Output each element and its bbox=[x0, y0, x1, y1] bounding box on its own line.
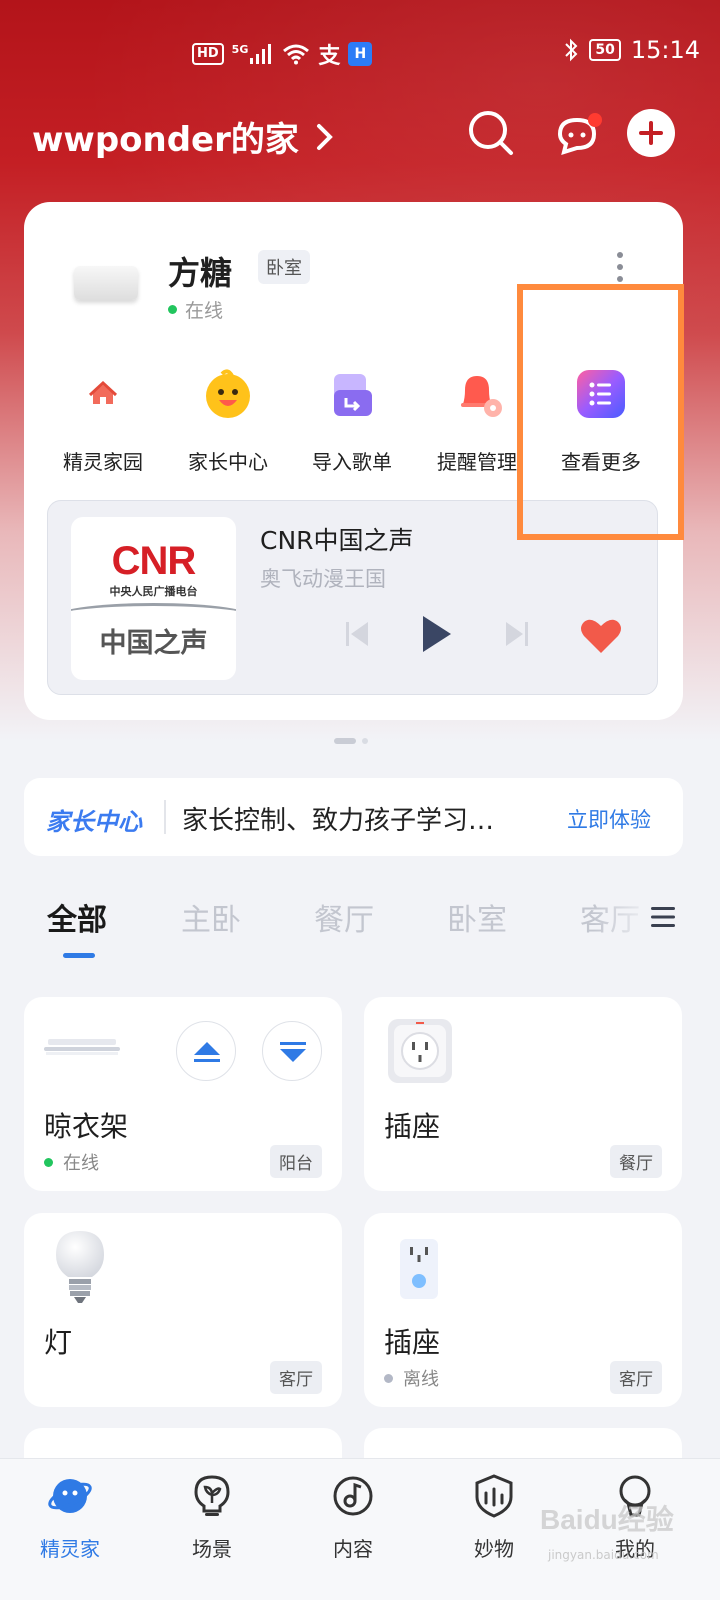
online-dot-icon bbox=[44, 1157, 53, 1167]
planet-icon bbox=[48, 1479, 92, 1513]
hd-badge: HD bbox=[192, 43, 224, 65]
clock: 15:14 bbox=[630, 36, 700, 64]
shortcut-genie-home[interactable]: 精灵家园 bbox=[38, 368, 168, 475]
speaker-image bbox=[74, 266, 138, 300]
device-name: 插座 bbox=[384, 1110, 441, 1143]
signal-icon bbox=[250, 44, 272, 64]
room-menu-icon[interactable] bbox=[650, 905, 676, 929]
lightbulb-leaf-icon bbox=[194, 1475, 230, 1516]
device-name: 灯 bbox=[44, 1326, 73, 1359]
nav-genie-home[interactable]: 精灵家 bbox=[20, 1473, 120, 1562]
battery-icon: 50 bbox=[589, 39, 621, 61]
try-now-link[interactable]: 立即体验 bbox=[567, 804, 651, 834]
device-room-tag: 餐厅 bbox=[610, 1145, 662, 1178]
music-disc-icon bbox=[333, 1476, 373, 1516]
device-card-socket-2[interactable]: 插座 离线 客厅 bbox=[364, 1213, 682, 1407]
device-card-lamp[interactable]: 灯 客厅 bbox=[24, 1213, 342, 1407]
device-name: 晾衣架 bbox=[44, 1110, 129, 1143]
shield-gift-icon bbox=[475, 1474, 513, 1518]
baidu-watermark: Baidu经验 bbox=[540, 1504, 674, 1535]
app-notification-icon: H bbox=[348, 42, 373, 66]
home-icon bbox=[88, 380, 118, 404]
device-room-tag: 卧室 bbox=[258, 250, 310, 284]
tab-dining-room[interactable]: 餐厅 bbox=[314, 895, 374, 939]
tab-bedroom[interactable]: 卧室 bbox=[447, 895, 507, 939]
next-icon[interactable] bbox=[504, 619, 530, 649]
previous-icon[interactable] bbox=[344, 619, 370, 649]
device-status: 在线 bbox=[44, 1149, 99, 1175]
album-cover: CNR 中央人民广播电台 中国之声 bbox=[71, 517, 236, 680]
status-bar: HD 5G 支 H 50 15:14 bbox=[0, 0, 720, 100]
home-title: wwponder的家 bbox=[32, 120, 299, 160]
banner-divider bbox=[164, 800, 166, 834]
page-indicator bbox=[334, 738, 368, 744]
raise-button[interactable] bbox=[176, 1021, 236, 1081]
baidu-watermark-url: jingyan.baidu.com bbox=[548, 1548, 659, 1562]
banner-text: 家长控制、致力孩子学习… bbox=[182, 806, 495, 836]
alipay-icon: 支 bbox=[318, 44, 341, 69]
status-icons: HD 5G 支 H bbox=[192, 38, 373, 70]
device-room-tag: 客厅 bbox=[270, 1361, 322, 1394]
wifi-icon bbox=[283, 44, 310, 65]
tab-active-indicator bbox=[63, 953, 95, 958]
device-name: 插座 bbox=[384, 1326, 441, 1359]
device-status: 离线 bbox=[384, 1365, 439, 1391]
more-options-icon[interactable] bbox=[610, 250, 630, 284]
bluetooth-icon bbox=[565, 38, 578, 62]
online-dot-icon bbox=[168, 305, 177, 314]
play-icon[interactable] bbox=[420, 613, 454, 655]
highlight-annotation-box bbox=[517, 284, 684, 540]
lightbulb-image bbox=[56, 1231, 104, 1303]
offline-dot-icon bbox=[384, 1373, 393, 1383]
parent-center-banner[interactable]: 家长中心 家长控制、致力孩子学习… 立即体验 bbox=[24, 778, 683, 856]
clothes-rack-image bbox=[44, 1039, 120, 1055]
eject-up-icon bbox=[194, 1042, 220, 1062]
tab-master-bedroom[interactable]: 主卧 bbox=[181, 895, 241, 939]
add-icon[interactable] bbox=[626, 108, 676, 158]
nav-scenes[interactable]: 场景 bbox=[162, 1473, 262, 1562]
favorite-heart-icon[interactable] bbox=[579, 617, 623, 655]
network-label: 5G bbox=[232, 43, 275, 64]
lower-down-icon bbox=[280, 1042, 306, 1062]
device-room-tag: 阳台 bbox=[270, 1145, 322, 1178]
room-tabs: 全部 主卧 餐厅 卧室 客厅 bbox=[0, 895, 720, 965]
lower-button[interactable] bbox=[262, 1021, 322, 1081]
banner-logo: 家长中心 bbox=[46, 808, 142, 836]
socket-image bbox=[388, 1019, 452, 1083]
device-name: 方糖 bbox=[168, 254, 233, 292]
nav-gadgets[interactable]: 妙物 bbox=[444, 1473, 544, 1562]
chevron-right-icon bbox=[316, 123, 333, 150]
wall-socket-image bbox=[400, 1239, 438, 1299]
status-right: 50 15:14 bbox=[563, 36, 700, 64]
bell-icon bbox=[461, 376, 502, 417]
assistant-message-icon[interactable] bbox=[552, 108, 602, 158]
device-card-clothes-rack[interactable]: 晾衣架 在线 阳台 bbox=[24, 997, 342, 1191]
shortcut-parent-center[interactable]: 家长中心 bbox=[163, 368, 293, 475]
nav-content[interactable]: 内容 bbox=[303, 1473, 403, 1562]
device-status: 在线 bbox=[168, 296, 223, 323]
parent-center-icon bbox=[206, 369, 250, 418]
home-switcher[interactable]: wwponder的家 bbox=[32, 112, 335, 161]
device-room-tag: 客厅 bbox=[610, 1361, 662, 1394]
song-artist: 奥飞动漫王国 bbox=[260, 567, 386, 591]
shortcut-import-playlist[interactable]: 导入歌单 bbox=[287, 368, 417, 475]
playlist-import-icon bbox=[334, 374, 372, 416]
device-card-socket-1[interactable]: 插座 餐厅 bbox=[364, 997, 682, 1191]
search-icon[interactable] bbox=[466, 108, 516, 158]
tab-all[interactable]: 全部 bbox=[47, 895, 107, 939]
song-title: CNR中国之声 bbox=[260, 526, 414, 555]
